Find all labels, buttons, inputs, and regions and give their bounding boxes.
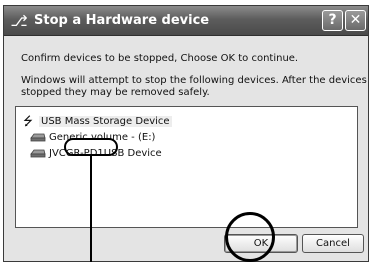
usb-icon: ⭍ <box>23 114 33 128</box>
help-button[interactable]: ? <box>322 10 343 31</box>
stop-hardware-dialog: ⎇ Stop a Hardware device ? ✕ Confirm dev… <box>3 5 369 262</box>
cancel-button[interactable]: Cancel <box>302 234 364 253</box>
confirm-message: Confirm devices to be stopped, Choose OK… <box>21 53 299 64</box>
device-label-prefix: JVC <box>49 147 66 159</box>
device-list[interactable]: ⭍ USB Mass Storage Device Generic volume… <box>15 106 358 228</box>
title-bar[interactable]: ⎇ Stop a Hardware device ? ✕ <box>4 6 368 36</box>
drive-icon <box>30 130 46 144</box>
list-item[interactable]: ⭍ USB Mass Storage Device <box>20 113 172 129</box>
close-button[interactable]: ✕ <box>345 10 366 31</box>
hardware-icon: ⎇ <box>10 12 28 30</box>
dialog-title: Stop a Hardware device <box>34 13 210 28</box>
callout-line <box>90 156 92 262</box>
model-highlight-circle <box>64 138 118 156</box>
ok-highlight-circle <box>225 212 275 262</box>
device-label: USB Mass Storage Device <box>39 115 172 127</box>
info-message-line-1: Windows will attempt to stop the followi… <box>21 75 369 86</box>
drive-icon <box>30 146 46 160</box>
info-message: Windows will attempt to stop the followi… <box>21 75 369 99</box>
info-message-line-2: stopped they may be removed safely. <box>21 87 210 98</box>
